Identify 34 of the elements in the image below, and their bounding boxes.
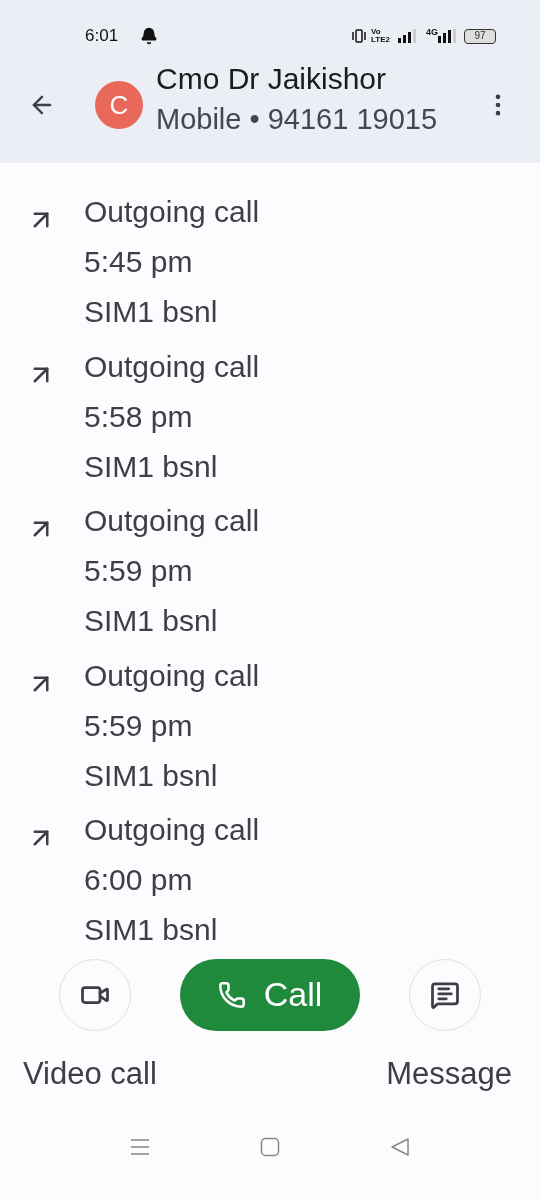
contact-number: Mobile • 94161 19015 (156, 102, 439, 137)
phone-icon (217, 980, 246, 1009)
network-label: 4G (426, 28, 438, 37)
message-label: Message (386, 1054, 512, 1093)
call-time: 5:59 pm (84, 553, 194, 589)
sim-label: SIM1 bsnl (84, 448, 219, 485)
call-type: Outgoing call (84, 503, 260, 539)
sim-label: SIM1 bsnl (84, 757, 219, 794)
sim-label: SIM1 bsnl (84, 294, 219, 330)
vibrate-icon (351, 29, 367, 43)
volte-label: Vo (371, 28, 382, 36)
contact-avatar: C (95, 81, 143, 129)
signal-icon (398, 29, 418, 43)
call-type: Outgoing call (84, 812, 260, 848)
call-time: 6:00 pm (84, 862, 194, 898)
sim-label: SIM1 bsnl (84, 603, 219, 639)
call-time: 5:59 pm (84, 707, 194, 744)
call-type: Outgoing call (84, 348, 260, 385)
call-type: Outgoing call (84, 657, 260, 694)
battery-level: 97 (464, 28, 496, 44)
contact-name: Cmo Dr Jaikishor (156, 61, 388, 97)
back-nav-icon[interactable] (390, 1137, 410, 1157)
video-call-label: Video call (23, 1054, 157, 1093)
bell-icon (140, 27, 159, 45)
message-icon (430, 979, 460, 1010)
call-button[interactable]: Call (180, 958, 360, 1031)
home-nav-icon[interactable] (260, 1137, 280, 1157)
call-type: Outgoing call (84, 194, 260, 230)
status-time: 6:01 (85, 25, 119, 48)
sim-label: SIM1 bsnl (84, 912, 219, 948)
call-time: 5:58 pm (84, 398, 194, 435)
signal-icon (438, 29, 456, 43)
volte-label: LTE2 (371, 36, 390, 44)
call-time: 5:45 pm (84, 244, 194, 280)
